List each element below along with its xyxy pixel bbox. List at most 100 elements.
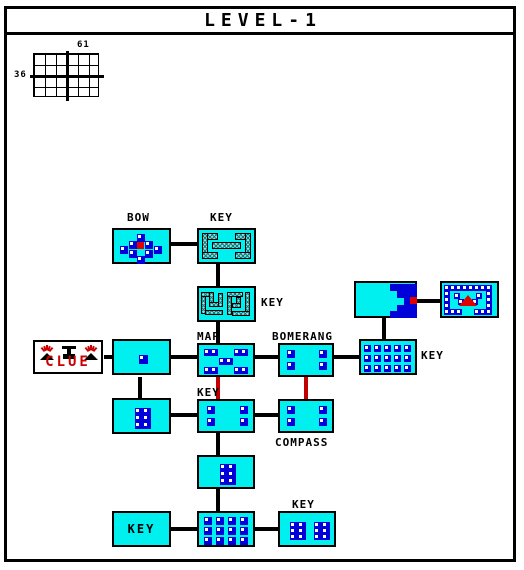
- corridor-keycenter-compass: [253, 413, 279, 417]
- room-compass[interactable]: [278, 399, 334, 433]
- locked-door-bomerang-compass: [304, 377, 308, 399]
- block: [241, 367, 248, 374]
- block: [143, 422, 151, 429]
- maze-wall: [205, 310, 223, 315]
- block: [135, 415, 143, 422]
- block: [241, 349, 248, 356]
- maze-wall: [232, 311, 250, 316]
- corridor-clueroom-map: [170, 355, 199, 359]
- block: [394, 345, 401, 352]
- room-label-bomerang: BOMERANG: [272, 330, 333, 343]
- block: [314, 534, 322, 540]
- corridor-keymaze1-down: [216, 262, 220, 286]
- block: [129, 241, 137, 249]
- block: [204, 527, 212, 535]
- room-bomerang[interactable]: [278, 343, 334, 377]
- maze-wall: [232, 303, 241, 308]
- block: [394, 365, 401, 372]
- room-label-key-maze-2: KEY: [261, 296, 284, 309]
- maze-wall: [212, 242, 241, 249]
- room-key-right[interactable]: [278, 511, 336, 547]
- block: [204, 517, 212, 525]
- block: [220, 464, 228, 471]
- room-clue-room[interactable]: [112, 339, 171, 375]
- room-lower-center[interactable]: [197, 455, 255, 489]
- block: [390, 311, 397, 318]
- corridor-entry-keyright: [253, 527, 279, 531]
- block: [228, 517, 236, 525]
- clue-box[interactable]: CLUE: [33, 340, 103, 374]
- block: [135, 422, 143, 429]
- block: [120, 246, 128, 254]
- block: [287, 350, 295, 358]
- room-label-key-center: KEY: [197, 386, 220, 399]
- block: [364, 355, 371, 362]
- room-bow[interactable]: [112, 228, 171, 264]
- block: [319, 362, 327, 370]
- block: [143, 408, 151, 415]
- dungeon-map: BOW KEY KEY CLUE MAP BOMERANG KEY KEY CO…: [7, 9, 513, 559]
- block: [486, 309, 492, 315]
- room-label-key-grid: KEY: [421, 349, 444, 362]
- room-label-map: MAP: [197, 330, 220, 343]
- block: [397, 311, 404, 318]
- block: [384, 365, 391, 372]
- block: [228, 527, 236, 535]
- block: [228, 464, 236, 471]
- block: [240, 418, 248, 426]
- block: [322, 534, 330, 540]
- room-label-bow: BOW: [127, 211, 150, 224]
- room-key-grid[interactable]: [359, 339, 417, 375]
- block: [404, 284, 411, 291]
- room-key-maze-2[interactable]: [197, 286, 256, 322]
- maze-wall: [218, 293, 223, 307]
- clue-label: CLUE: [45, 354, 91, 370]
- block: [384, 355, 391, 362]
- corridor-map-bomerang: [253, 355, 279, 359]
- block: [129, 250, 137, 258]
- block: [228, 537, 236, 545]
- corridor-clueroom-midleft: [138, 377, 142, 399]
- room-key-maze-1[interactable]: [197, 228, 256, 264]
- block: [364, 365, 371, 372]
- block: [319, 350, 327, 358]
- boss-door-marker: [410, 297, 417, 304]
- boss-marker: [459, 295, 477, 306]
- block: [404, 311, 411, 318]
- block: [240, 527, 248, 535]
- room-key-left[interactable]: KEY: [112, 511, 171, 547]
- room-label-key-right: KEY: [292, 498, 315, 511]
- corridor-bossapproach-boss: [417, 299, 442, 303]
- block: [135, 408, 143, 415]
- room-label-key-maze-1: KEY: [210, 211, 233, 224]
- block: [204, 349, 211, 356]
- block: [240, 537, 248, 545]
- block: [384, 345, 391, 352]
- block: [216, 517, 224, 525]
- block: [228, 478, 236, 485]
- room-map[interactable]: [197, 343, 255, 377]
- maze-wall: [202, 252, 218, 259]
- block: [207, 406, 215, 414]
- corridor-lowercenter-entry: [216, 489, 220, 511]
- block: [216, 527, 224, 535]
- corridor-midleft-keycenter: [170, 413, 199, 417]
- room-mid-left[interactable]: [112, 398, 171, 434]
- block: [374, 345, 381, 352]
- block: [139, 355, 148, 364]
- block: [234, 367, 241, 374]
- room-key-center[interactable]: [197, 399, 255, 433]
- maze-wall: [235, 252, 251, 259]
- room-entry[interactable]: [197, 511, 255, 547]
- block: [145, 250, 153, 258]
- block-red: [137, 242, 144, 249]
- block: [204, 537, 212, 545]
- map-window: LEVEL-1 61 36 BOW KEY KEY CLUE MAP BOMER…: [4, 6, 516, 562]
- block: [287, 406, 295, 414]
- block: [364, 345, 371, 352]
- block: [319, 406, 327, 414]
- block: [145, 241, 153, 249]
- room-boss-approach[interactable]: [354, 281, 417, 318]
- block: [397, 284, 404, 291]
- room-boss[interactable]: [440, 281, 499, 318]
